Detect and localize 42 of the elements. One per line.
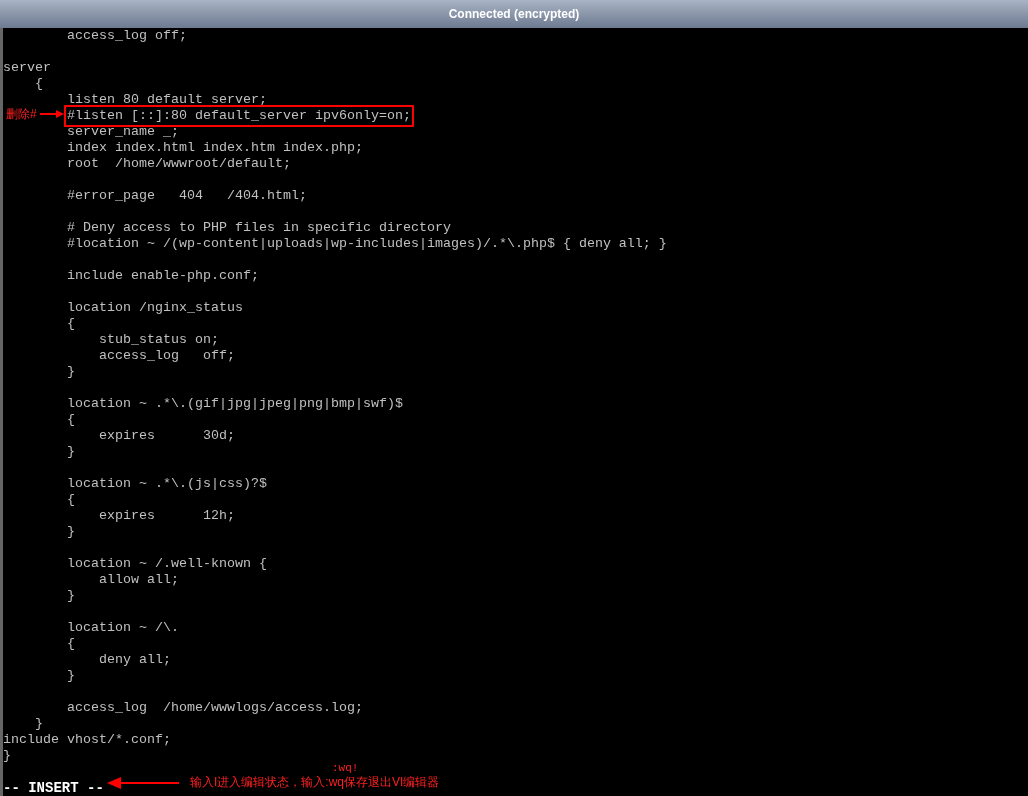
code-line: location ~ /.well-known {: [67, 556, 267, 572]
code-line: #location ~ /(wp-content|uploads|wp-includes|images)/.*\.php$ { deny all; }: [67, 236, 667, 252]
code-line: }: [67, 588, 75, 604]
code-line: stub_status on;: [99, 332, 219, 348]
code-line: #listen [::]:80 default_server ipv6only=on;: [67, 108, 411, 124]
window-title: Connected (encrypted): [448, 6, 580, 23]
code-line: index index.html index.htm index.php;: [67, 140, 363, 156]
code-line: # Deny access to PHP files in specific directory: [67, 220, 451, 236]
code-line: include enable-php.conf;: [67, 268, 259, 284]
code-line: }: [67, 364, 75, 380]
code-line: {: [35, 76, 43, 92]
code-line: }: [35, 716, 43, 732]
code-line: expires 30d;: [99, 428, 235, 444]
code-line: #error_page 404 /404.html;: [67, 188, 307, 204]
annotation-text: :wq!: [332, 762, 359, 774]
code-line: }: [67, 444, 75, 460]
code-line: access_log /home/wwwlogs/access.log;: [67, 700, 363, 716]
code-line: location ~ .*\.(js|css)?$: [67, 476, 267, 492]
annotation-label: 删除#: [6, 107, 37, 121]
annotation-text: 输入I进入编辑状态，输入:wq保存退出VI编辑器: [190, 775, 440, 789]
code-line: listen 80 default server;: [67, 92, 267, 108]
code-line: {: [67, 492, 75, 508]
code-line: deny all;: [99, 652, 171, 668]
code-line: }: [67, 668, 75, 684]
mode-indicator: -- INSERT --: [3, 780, 104, 796]
code-line: {: [67, 316, 75, 332]
code-line: expires 12h;: [99, 508, 235, 524]
code-line: access_log off;: [67, 28, 187, 44]
code-line: location ~ /\.: [67, 620, 179, 636]
arrow-icon: [107, 777, 179, 789]
code-line: }: [3, 748, 11, 764]
code-line: access_log off;: [99, 348, 235, 364]
code-line: allow all;: [99, 572, 179, 588]
code-line: location /nginx_status: [67, 300, 243, 316]
code-line: root /home/wwwroot/default;: [67, 156, 291, 172]
code-line: {: [67, 636, 75, 652]
code-line: server_name _;: [67, 124, 179, 140]
code-line: include vhost/*.conf;: [3, 732, 171, 748]
code-line: location ~ .*\.(gif|jpg|jpeg|png|bmp|swf)$: [67, 396, 403, 412]
code-line: {: [67, 412, 75, 428]
code-line: }: [67, 524, 75, 540]
code-line: server: [3, 60, 51, 76]
